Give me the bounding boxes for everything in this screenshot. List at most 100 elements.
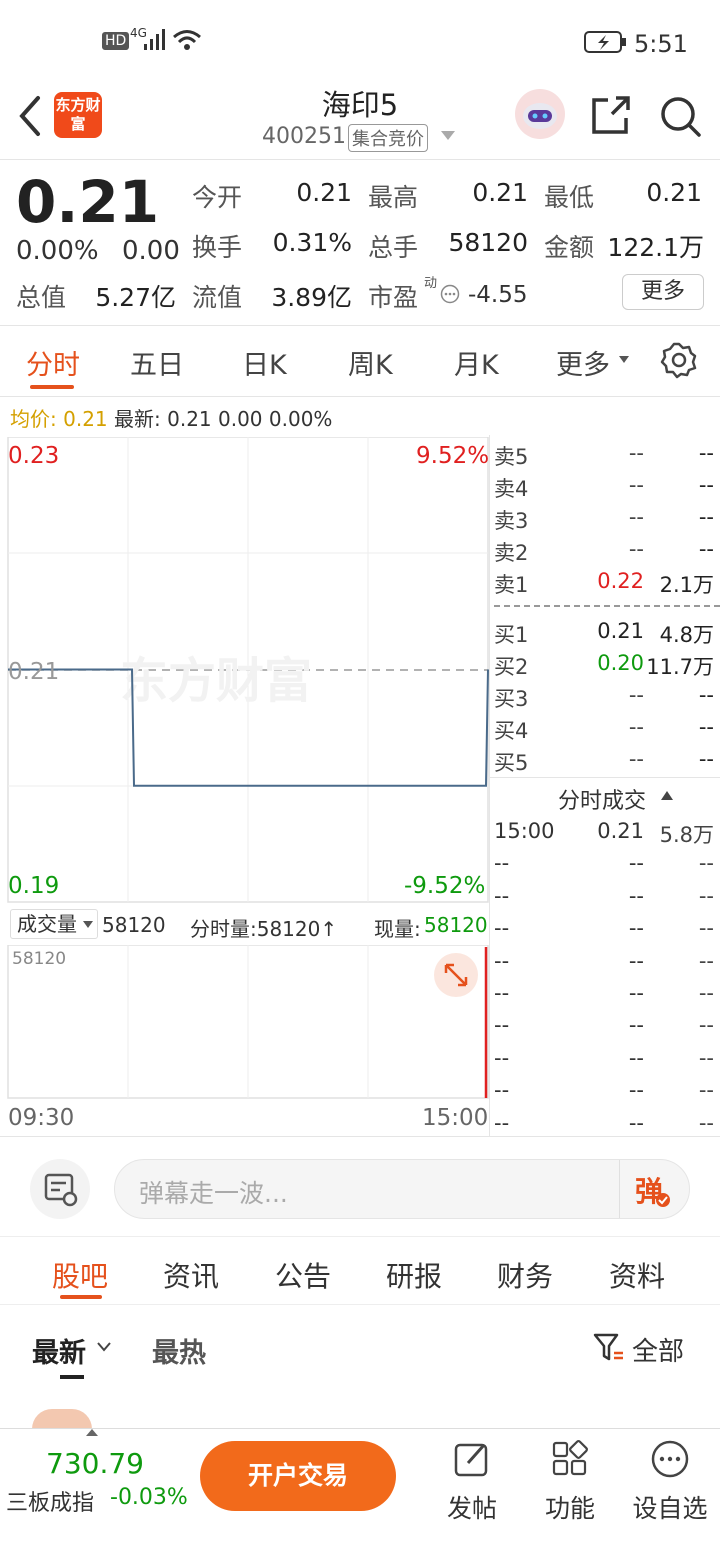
active-subtab-indicator — [60, 1295, 102, 1299]
volume-chart[interactable] — [0, 945, 490, 1099]
functions-label: 功能 — [544, 1494, 595, 1523]
expand-up-icon[interactable] — [84, 1427, 100, 1437]
tick-time: -- — [494, 948, 510, 973]
danmu-placeholder: 弹幕走一波... — [139, 1179, 288, 1208]
more-circle-icon — [651, 1440, 689, 1478]
watermark: 东方财富 — [120, 655, 312, 708]
tick-price: -- — [628, 1013, 644, 1038]
low-value: 0.21 — [646, 178, 702, 207]
app-logo[interactable]: 东方财富 — [54, 92, 102, 138]
orderbook-level-label: 买4 — [494, 719, 529, 743]
more-button[interactable]: 更多 — [622, 274, 704, 310]
hd-icon: HD — [102, 32, 130, 50]
dropdown-icon[interactable] — [440, 130, 456, 142]
orderbook-volume: -- — [698, 473, 714, 497]
index-name[interactable]: 三板成指 — [6, 1485, 94, 1517]
tick-volume: -- — [698, 1078, 714, 1103]
tab-daily-k[interactable]: 日K — [242, 343, 287, 382]
sort-hot[interactable]: 最热 — [152, 1331, 206, 1370]
tick-time: -- — [494, 916, 510, 941]
amount-label: 金额 — [544, 233, 595, 262]
settings-gear-icon[interactable] — [660, 341, 698, 379]
add-watchlist-button[interactable]: 设自选 — [628, 1439, 712, 1525]
tab-financials[interactable]: 财务 — [497, 1255, 553, 1295]
panel-divider — [489, 435, 490, 1137]
orderbook-price[interactable]: -- — [629, 747, 644, 771]
high-value: 0.21 — [472, 178, 528, 207]
pe-dynamic-mark: 动 — [424, 276, 438, 291]
stock-header: 东方财富 海印5 400251 集合竞价 — [0, 80, 720, 160]
caret-up-icon[interactable] — [660, 789, 674, 801]
price-chart[interactable]: 东方财富 — [0, 437, 490, 903]
quote-panel: 0.21 0.00% 0.00 今开 0.21 最高 0.21 最低 0.21 … — [0, 160, 720, 326]
volume-value: 58120 — [102, 913, 166, 937]
mid-price-label: 0.21 — [8, 659, 60, 685]
orderbook-price[interactable]: -- — [629, 505, 644, 529]
filter-all[interactable]: 全部 — [632, 1331, 684, 1368]
danmu-input[interactable]: 弹幕走一波... 弹 — [114, 1159, 690, 1219]
back-arrow-icon[interactable] — [14, 94, 44, 138]
sort-latest[interactable]: 最新 — [32, 1331, 86, 1370]
caret-down-icon[interactable] — [618, 355, 630, 365]
tab-five-day[interactable]: 五日 — [130, 343, 184, 382]
grid-apps-icon — [552, 1440, 588, 1476]
orderbook-price[interactable]: 0.21 — [597, 619, 644, 643]
current-volume-label: 现量: — [374, 917, 421, 941]
post-button[interactable]: 发帖 — [432, 1439, 512, 1525]
average-price-line: 均价: 0.21 最新: 0.21 0.00 0.00% — [10, 403, 332, 432]
tab-profile[interactable]: 资料 — [609, 1255, 665, 1295]
tick-price: -- — [628, 883, 644, 908]
share-icon[interactable] — [590, 94, 634, 136]
tick-volume: -- — [698, 1110, 714, 1135]
caret-down-icon[interactable] — [82, 920, 94, 930]
tab-weekly-k[interactable]: 周K — [348, 343, 393, 382]
tick-volume: -- — [698, 883, 714, 908]
orderbook-volume: 4.8万 — [659, 623, 714, 647]
orderbook-price[interactable]: -- — [629, 683, 644, 707]
open-account-trade-button[interactable]: 开户交易 — [200, 1441, 396, 1511]
tab-news[interactable]: 资讯 — [163, 1255, 219, 1295]
orderbook-price[interactable]: -- — [629, 537, 644, 561]
change-amount: 0.00 — [122, 236, 180, 266]
index-change[interactable]: -0.03% — [110, 1485, 188, 1510]
avatar[interactable] — [32, 1409, 92, 1429]
top-pct-label: 9.52% — [416, 443, 490, 469]
sort-indicator — [60, 1375, 84, 1379]
battery-icon — [584, 31, 626, 53]
tab-research[interactable]: 研报 — [386, 1255, 442, 1295]
tab-announcements[interactable]: 公告 — [275, 1255, 331, 1295]
status-bar: HD 4G 5:51 — [0, 0, 720, 80]
index-value[interactable]: 730.79 — [46, 1447, 144, 1480]
info-icon[interactable] — [440, 284, 460, 304]
orderbook-price[interactable]: -- — [629, 441, 644, 465]
tab-monthly-k[interactable]: 月K — [454, 343, 499, 382]
orderbook-level-label: 买5 — [494, 751, 529, 775]
orderbook-price[interactable]: -- — [629, 715, 644, 739]
tick-volume: 5.8万 — [659, 823, 714, 847]
filter-icon[interactable] — [592, 1331, 626, 1365]
orderbook-level-label: 买3 — [494, 687, 529, 711]
functions-button[interactable]: 功能 — [530, 1439, 610, 1525]
chevron-down-icon[interactable] — [96, 1341, 112, 1353]
orderbook-price[interactable]: 0.22 — [597, 569, 644, 593]
tick-price: -- — [628, 1045, 644, 1070]
tab-forum[interactable]: 股吧 — [52, 1255, 108, 1295]
float-value-label: 流值 — [192, 283, 243, 312]
tab-more[interactable]: 更多 — [556, 343, 610, 382]
float-value: 3.89亿 — [271, 283, 352, 312]
robot-assistant-icon[interactable] — [514, 88, 566, 140]
orderbook-price[interactable]: 0.20 — [597, 651, 644, 675]
tick-volume: -- — [698, 851, 714, 876]
tick-volume: -- — [698, 981, 714, 1005]
time-start: 09:30 — [8, 1105, 75, 1131]
latest-label: 最新: — [114, 407, 161, 431]
tab-intraday[interactable]: 分时 — [26, 343, 80, 382]
orderbook-volume: -- — [698, 715, 714, 739]
info-tabs: 股吧 资讯 公告 研报 财务 资料 — [0, 1237, 720, 1305]
search-icon[interactable] — [658, 94, 702, 138]
ticks-title[interactable]: 分时成交 — [558, 783, 646, 815]
danmu-divider — [619, 1160, 620, 1218]
danmu-toggle-button[interactable] — [30, 1159, 90, 1219]
orderbook-price[interactable]: -- — [629, 473, 644, 497]
intraday-chart-area: 均价: 0.21 最新: 0.21 0.00 0.00% 东方财富 0.23 9… — [0, 397, 720, 1137]
